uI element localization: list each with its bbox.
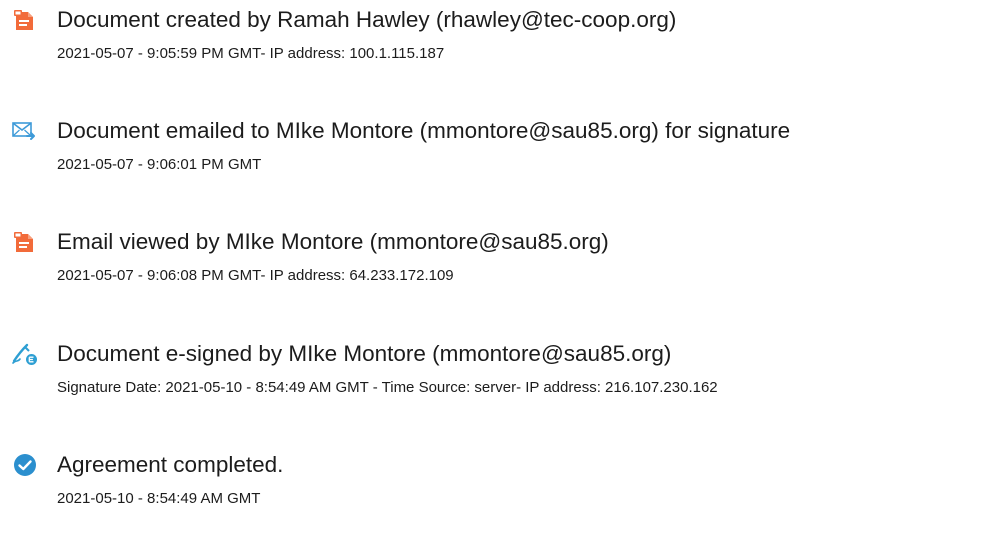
audit-event-viewed: Email viewed by MIke Montore (mmontore@s… <box>12 227 997 284</box>
event-header: Email viewed by MIke Montore (mmontore@s… <box>12 227 997 257</box>
event-title: Email viewed by MIke Montore (mmontore@s… <box>57 229 609 254</box>
event-title: Document e-signed by MIke Montore (mmont… <box>57 341 672 366</box>
event-title: Agreement completed. <box>57 452 284 477</box>
audit-event-completed: Agreement completed. 2021-05-10 - 8:54:4… <box>12 450 997 507</box>
checkmark-circle-icon <box>12 452 38 478</box>
e-sign-pen-icon <box>12 341 38 367</box>
event-title: Document created by Ramah Hawley (rhawle… <box>57 7 677 32</box>
event-timestamp: 2021-05-10 - 8:54:49 AM GMT <box>57 490 261 507</box>
document-icon <box>12 7 38 33</box>
event-timestamp: 2021-05-07 - 9:06:01 PM GMT <box>57 156 262 173</box>
event-timestamp: Signature Date: 2021-05-10 - 8:54:49 AM … <box>57 379 718 396</box>
event-timestamp: 2021-05-07 - 9:05:59 PM GMT- IP address:… <box>57 45 445 62</box>
email-sent-icon <box>12 118 38 144</box>
event-header: Agreement completed. <box>12 450 997 480</box>
event-header: Document emailed to MIke Montore (mmonto… <box>12 116 997 146</box>
audit-event-emailed: Document emailed to MIke Montore (mmonto… <box>12 116 997 173</box>
event-title: Document emailed to MIke Montore (mmonto… <box>57 118 791 143</box>
document-icon <box>12 229 38 255</box>
event-timestamp: 2021-05-07 - 9:06:08 PM GMT- IP address:… <box>57 267 454 284</box>
event-header: Document e-signed by MIke Montore (mmont… <box>12 339 997 369</box>
audit-event-created: Document created by Ramah Hawley (rhawle… <box>12 5 997 62</box>
audit-event-signed: Document e-signed by MIke Montore (mmont… <box>12 339 997 396</box>
event-header: Document created by Ramah Hawley (rhawle… <box>12 5 997 35</box>
